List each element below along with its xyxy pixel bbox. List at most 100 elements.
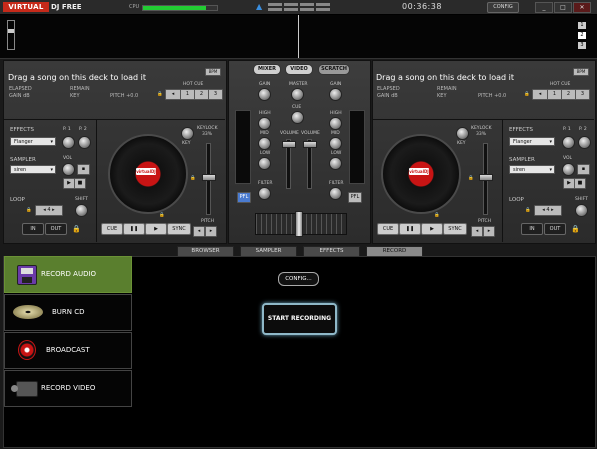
deck-a-pause-button[interactable]: ❚❚ [123,223,145,235]
mixer-master-knob[interactable] [291,88,304,101]
mixer-low-knob-left[interactable] [258,157,271,170]
deck-b-bpm-button[interactable]: BPM [573,68,589,76]
deck-a-sampler-stop-button[interactable]: ■ [74,178,86,189]
deck-number-3[interactable]: 3 [578,42,586,49]
deck-b-loop-out-button[interactable]: OUT [544,223,566,235]
deck-b-effects-label: EFFECTS [509,127,533,133]
deck-a-hotcue-1[interactable]: 1 [180,89,195,100]
config-button[interactable]: CONFIG [487,2,519,13]
mixer-gain-knob-right[interactable] [329,88,342,101]
deck-b-effect-p1-knob[interactable] [562,136,575,149]
deck-a-key: KEY [70,93,80,99]
deck-number-1[interactable]: 1 [578,22,586,29]
mixer-mid-knob-left[interactable] [258,137,271,150]
deck-a-sampler-vol-knob[interactable] [62,163,75,176]
deck-b-loop-in-button[interactable]: IN [521,223,543,235]
deck-a-platter-label: virtualDJ [136,168,156,175]
cpu-label: CPU [129,4,140,10]
close-button[interactable]: ✕ [573,2,591,13]
waveform-cursor [298,15,299,58]
start-recording-button[interactable]: START RECORDING [262,303,337,335]
mixer-gain-knob-left[interactable] [258,88,271,101]
deck-a-sampler-select[interactable]: siren ▾ [10,165,56,174]
deck-a-effect-p2-knob[interactable] [78,136,91,149]
deck-b-cue-button[interactable]: CUE [377,223,399,235]
mixer-cue-knob[interactable] [291,111,304,124]
minimize-button[interactable]: _ [535,2,553,13]
deck-b-keylock-knob[interactable] [456,127,469,140]
tab-mixer[interactable]: MIXER [253,64,281,75]
deck-a-pitch-up[interactable]: ▸ [205,226,217,237]
deck-a-hotcue-2[interactable]: 2 [194,89,209,100]
lock-icon: 🔒 [190,176,196,181]
zoom-slider[interactable] [7,20,15,50]
deck-b-sampler-stop-button[interactable]: ■ [574,178,586,189]
deck-a-loop-in-button[interactable]: IN [22,223,44,235]
deck-b-sync-button[interactable]: SYNC [443,223,467,235]
volume-fader-left[interactable] [282,141,296,148]
mixer-mid-knob-right[interactable] [329,137,342,150]
deck-b-sampler-vol-knob[interactable] [562,163,575,176]
lock-icon: 🔒 [159,213,165,218]
deck-a-play-button[interactable]: ▶ [145,223,167,235]
deck-b-sampler-select[interactable]: siren ▾ [509,165,555,174]
logo-a-icon[interactable]: ▲ [256,3,264,11]
crossfader-handle[interactable] [295,211,303,237]
deck-b-hotcue-back[interactable]: ◂ [532,89,548,100]
deck-b-hotcue-1[interactable]: 1 [547,89,562,100]
deck-b-shift-knob[interactable] [575,204,588,217]
deck-a-cue-button[interactable]: CUE [101,223,123,235]
mixer-high-knob-right[interactable] [329,117,342,130]
volume-fader-right[interactable] [303,141,317,148]
deck-a-hotcue-back[interactable]: ◂ [165,89,181,100]
deck-a-effect-p1-knob[interactable] [62,136,75,149]
deck-a-remain: REMAIN [70,86,90,92]
mixer-filter-knob-right[interactable] [329,187,342,200]
deck-number-2[interactable]: 2 [578,32,586,39]
deck-a-loop-out-button[interactable]: OUT [45,223,67,235]
vu-meter-right [349,110,365,184]
deck-b-effect-p2-knob[interactable] [578,136,591,149]
maximize-button[interactable]: □ [554,2,572,13]
deck-a-shift-knob[interactable] [75,204,88,217]
tab-scratch[interactable]: SCRATCH [318,64,350,75]
deck-a-loop-length[interactable]: ◂ 4 ▸ [35,205,63,216]
mixer-high-knob-left[interactable] [258,117,271,130]
deck-b-loop-length[interactable]: ◂ 4 ▸ [534,205,562,216]
mixer-low-label-right: LOW [331,151,342,156]
deck-a-loop-label: LOOP [10,197,25,203]
deck-b-sampler-rec-button[interactable]: ▪ [577,164,590,175]
deck-a-bpm-button[interactable]: BPM [205,68,221,76]
lock-icon: 🔒 [525,208,531,213]
deck-b-hotcue-3[interactable]: 3 [575,89,590,100]
deck-b-pause-button[interactable]: ❚❚ [399,223,421,235]
mixer-filter-knob-left[interactable] [258,187,271,200]
deck-a-keylock-knob[interactable] [181,127,194,140]
tab-video[interactable]: VIDEO [285,64,313,75]
deck-a-pitch-slider[interactable] [202,174,216,181]
deck-b-effect-select[interactable]: Flanger ▾ [509,137,555,146]
mixer-filter-label-left: FILTER [258,181,273,186]
deck-a-sampler-rec-button[interactable]: ▪ [77,164,90,175]
deck-a-hotcue-label: HOT CUE [183,82,204,87]
deck-a-hotcue-3[interactable]: 3 [208,89,223,100]
deck-b-remain: REMAIN [437,86,457,92]
layout-buttons[interactable] [268,3,332,12]
deck-b-sampler-value: siren [513,167,526,173]
deck-b-hotcue-2[interactable]: 2 [561,89,576,100]
pfl-button-right[interactable]: PFL [348,192,362,203]
deck-a-effect-select[interactable]: Flanger ▾ [10,137,56,146]
vu-meter-left [235,110,251,184]
deck-b-pitch-slider[interactable] [479,174,493,181]
pfl-button-left[interactable]: PFL [237,192,251,203]
record-config-button[interactable]: CONFIG... [278,272,319,286]
deck-a-pitch-down[interactable]: ◂ [193,226,205,237]
deck-b-play-button[interactable]: ▶ [421,223,443,235]
deck-b-pitch-up[interactable]: ▸ [483,226,495,237]
deck-a-sync-button[interactable]: SYNC [167,223,191,235]
deck-b-pitch-down[interactable]: ◂ [471,226,483,237]
clock-display: 00:36:38 [402,2,442,11]
mixer-low-knob-right[interactable] [329,157,342,170]
deck-b-hotcue-label: HOT CUE [550,82,571,87]
lock-icon: 🔒 [72,225,81,233]
